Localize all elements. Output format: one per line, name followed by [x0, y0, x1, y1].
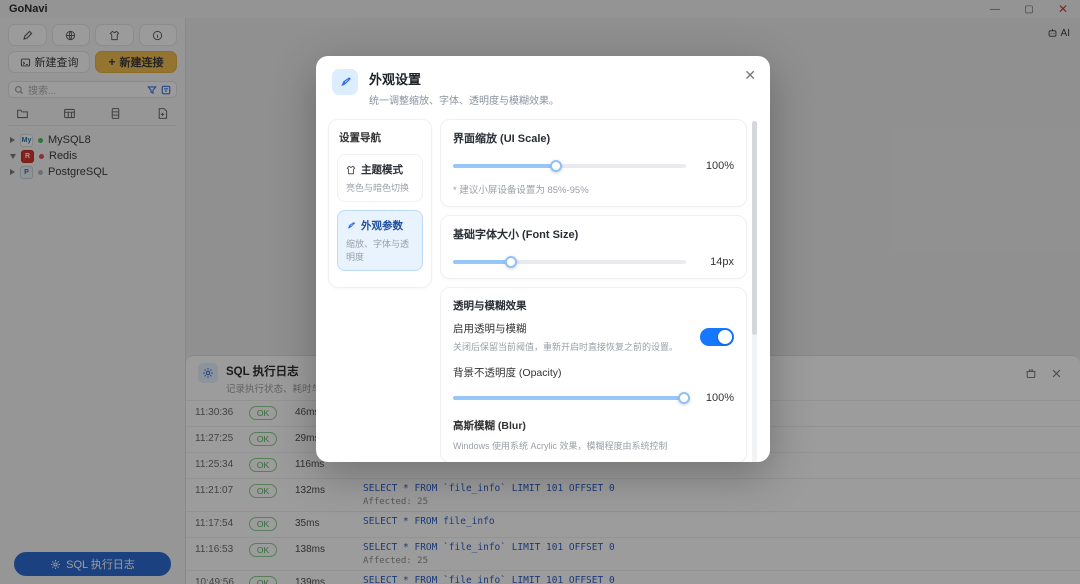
opacity-label: 背景不透明度 (Opacity) — [453, 367, 562, 379]
blur-desc: Windows 使用系统 Acrylic 效果，模糊程度由系统控制 — [453, 441, 668, 451]
enable-transparency-label: 启用透明与模糊 — [453, 323, 527, 335]
nav-item-desc: 缩放、字体与透明度 — [346, 239, 410, 262]
slider-thumb[interactable] — [505, 256, 518, 268]
settings-content: 界面缩放 (UI Scale) 100% * 建议小屏设备设置为 85%-95%… — [440, 119, 758, 462]
settings-nav: 设置导航 主题模式 亮色与暗色切换 外观参数 缩放、字体与透明度 — [328, 119, 432, 288]
nav-item-label: 外观参数 — [361, 220, 403, 232]
brush-icon — [340, 76, 351, 85]
nav-item-appearance-params[interactable]: 外观参数 缩放、字体与透明度 — [337, 210, 423, 271]
font-size-value: 14px — [710, 256, 734, 268]
modal-subtitle: 统一调整缩放、字体、透明度与模糊效果。 — [369, 96, 559, 107]
modal-header: 外观设置 统一调整缩放、字体、透明度与模糊效果。 ✕ — [316, 56, 770, 117]
ui-scale-value: 100% — [705, 160, 734, 172]
ui-scale-card: 界面缩放 (UI Scale) 100% * 建议小屏设备设置为 85%-95% — [440, 119, 747, 207]
slider-thumb[interactable] — [677, 392, 690, 404]
ui-scale-label: 界面缩放 (UI Scale) — [453, 133, 551, 145]
opacity-slider[interactable] — [453, 392, 690, 404]
transparency-card: 透明与模糊效果 启用透明与模糊 关闭后保留当前阈值，重新开启时直接恢复之前的设置… — [440, 287, 747, 462]
enable-transparency-desc: 关闭后保留当前阈值，重新开启时直接恢复之前的设置。 — [453, 342, 679, 352]
modal-body: 设置导航 主题模式 亮色与暗色切换 外观参数 缩放、字体与透明度 界面缩放 (U… — [316, 117, 770, 462]
brush-icon — [347, 221, 356, 228]
appearance-icon — [332, 69, 358, 95]
scrollbar-thumb[interactable] — [752, 121, 757, 335]
ui-scale-note: * 建议小屏设备设置为 85%-95% — [453, 185, 589, 196]
nav-item-desc: 亮色与暗色切换 — [346, 183, 410, 193]
settings-scrollbar[interactable] — [752, 121, 757, 462]
shirt-icon — [346, 165, 356, 174]
opacity-value: 100% — [705, 392, 734, 404]
font-size-slider[interactable] — [453, 256, 686, 268]
blur-label: 高斯模糊 (Blur) — [453, 420, 526, 432]
nav-item-label: 主题模式 — [361, 164, 403, 176]
ui-scale-slider[interactable] — [453, 160, 686, 172]
modal-title: 外观设置 — [369, 72, 422, 87]
app-window: GoNavi — ▢ ✕ 新建查询 + 新建连接 搜索... My MySQL8… — [0, 0, 1080, 584]
settings-nav-title: 设置导航 — [339, 132, 381, 144]
close-modal-button[interactable]: ✕ — [744, 68, 756, 82]
transparency-toggle[interactable] — [700, 328, 734, 346]
font-size-card: 基础字体大小 (Font Size) 14px — [440, 215, 747, 279]
slider-thumb[interactable] — [549, 160, 562, 172]
appearance-settings-modal: 外观设置 统一调整缩放、字体、透明度与模糊效果。 ✕ 设置导航 主题模式 亮色与… — [316, 56, 770, 462]
modal-titles: 外观设置 统一调整缩放、字体、透明度与模糊效果。 — [369, 69, 559, 107]
nav-item-theme-mode[interactable]: 主题模式 亮色与暗色切换 — [337, 154, 423, 202]
font-size-label: 基础字体大小 (Font Size) — [453, 229, 579, 241]
transparency-section-title: 透明与模糊效果 — [453, 300, 527, 312]
